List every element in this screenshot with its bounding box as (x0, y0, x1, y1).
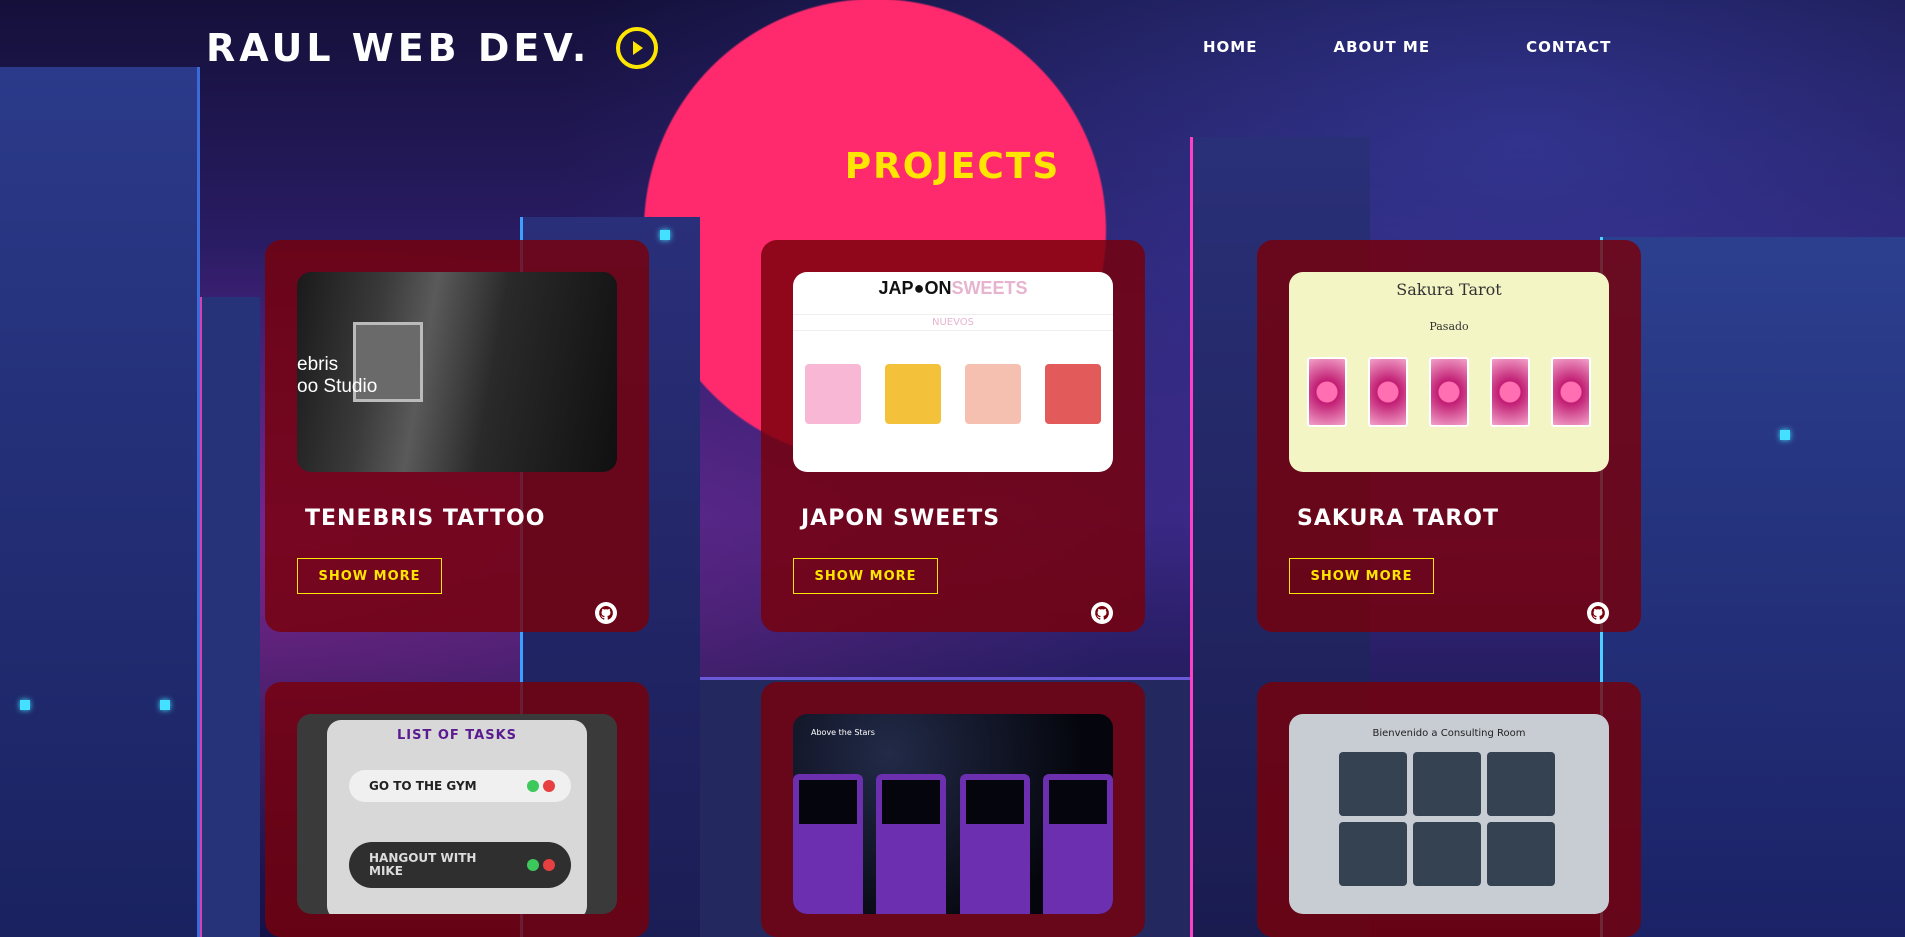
consult-card (1339, 822, 1407, 886)
thumbnail-text: ebris oo Studio (297, 354, 378, 397)
tarot-card (1489, 357, 1530, 427)
consult-card (1413, 822, 1481, 886)
task-item: GO TO THE GYM (349, 770, 571, 802)
show-more-button[interactable]: SHOW MORE (793, 558, 938, 594)
project-name: TENEBRIS TATTOO (305, 506, 546, 531)
tarot-card (1428, 357, 1469, 427)
consult-card (1413, 752, 1481, 816)
product (805, 364, 861, 424)
project-thumbnail[interactable]: ebris oo Studio (297, 272, 617, 472)
planet-cards (793, 774, 1113, 914)
product (965, 364, 1021, 424)
tarot-card (1550, 357, 1591, 427)
project-card-tasks: LIST OF TASKS GO TO THE GYM HANGOUT WITH… (265, 682, 649, 937)
nav-home[interactable]: HOME (1203, 38, 1257, 56)
tarot-cards (1297, 357, 1601, 427)
task-item: HANGOUT WITH MIKE (349, 842, 571, 888)
planet-card (959, 774, 1030, 914)
building (200, 297, 260, 937)
check-icon (527, 859, 539, 871)
projects-title: PROJECTS (0, 146, 1905, 187)
consult-card (1487, 822, 1555, 886)
project-thumbnail[interactable]: Sakura Tarot Pasado (1289, 272, 1609, 472)
brand: RAUL WEB DEV. (206, 26, 659, 70)
planet-card (1042, 774, 1113, 914)
logo-part-b: ON (924, 278, 952, 298)
project-thumbnail[interactable]: JAP●ONSWEETS NUEVOS (793, 272, 1113, 472)
tarot-card (1307, 357, 1348, 427)
consult-card (1339, 752, 1407, 816)
project-thumbnail[interactable]: Above the Stars (793, 714, 1113, 914)
project-card-tenebris: ebris oo Studio TENEBRIS TATTOO SHOW MOR… (265, 240, 649, 632)
task-actions (527, 780, 555, 792)
product-row (793, 344, 1113, 424)
consult-card (1487, 752, 1555, 816)
project-card-japon: JAP●ONSWEETS NUEVOS JAPON SWEETS SHOW MO… (761, 240, 1145, 632)
check-icon (527, 780, 539, 792)
close-icon (543, 780, 555, 792)
thumbnail-subtitle: Pasado (1429, 320, 1469, 333)
building (0, 67, 200, 937)
play-icon[interactable] (616, 27, 659, 69)
nav-about-me[interactable]: ABOUT ME (1333, 38, 1430, 56)
thumbnail-title: Bienvenido a Consulting Room (1372, 728, 1526, 739)
thumbnail-title: Sakura Tarot (1396, 280, 1502, 299)
project-thumbnail[interactable]: Bienvenido a Consulting Room (1289, 714, 1609, 914)
github-icon[interactable] (1587, 602, 1609, 624)
github-icon[interactable] (595, 602, 617, 624)
main-nav: HOME ABOUT ME CONTACT (1203, 38, 1611, 56)
planet-card (793, 774, 863, 914)
japon-logo: JAP●ONSWEETS (878, 278, 1028, 298)
light-dot (20, 700, 30, 710)
product (885, 364, 941, 424)
logo-part-a: JAP (878, 278, 914, 298)
thumbnail-subtitle: NUEVOS (793, 314, 1113, 331)
thumbnail-title: Above the Stars (811, 728, 875, 737)
light-dot (1780, 430, 1790, 440)
building (1600, 237, 1905, 937)
project-name: JAPON SWEETS (801, 506, 1001, 531)
show-more-button[interactable]: SHOW MORE (297, 558, 442, 594)
project-card-consulting: Bienvenido a Consulting Room (1257, 682, 1641, 937)
project-card-space: Above the Stars (761, 682, 1145, 937)
light-dot (660, 230, 670, 240)
thumbnail-title: LIST OF TASKS (396, 728, 518, 743)
nav-contact[interactable]: CONTACT (1526, 38, 1611, 56)
planet-card (876, 774, 947, 914)
tarot-card (1368, 357, 1409, 427)
light-dot (160, 700, 170, 710)
projects-title-text: PROJECTS (844, 146, 1061, 187)
project-thumbnail[interactable]: LIST OF TASKS GO TO THE GYM HANGOUT WITH… (297, 714, 617, 914)
brand-title[interactable]: RAUL WEB DEV. (206, 26, 590, 70)
task-label: GO TO THE GYM (369, 779, 477, 793)
consult-cards (1339, 752, 1555, 886)
github-icon[interactable] (1091, 602, 1113, 624)
product (1045, 364, 1101, 424)
close-icon (543, 859, 555, 871)
logo-part-c: SWEETS (951, 278, 1028, 298)
show-more-button[interactable]: SHOW MORE (1289, 558, 1434, 594)
task-actions (527, 859, 555, 871)
project-card-sakura: Sakura Tarot Pasado SAKURA TAROT SHOW MO… (1257, 240, 1641, 632)
project-name: SAKURA TAROT (1297, 506, 1499, 531)
task-label: HANGOUT WITH MIKE (369, 851, 477, 878)
